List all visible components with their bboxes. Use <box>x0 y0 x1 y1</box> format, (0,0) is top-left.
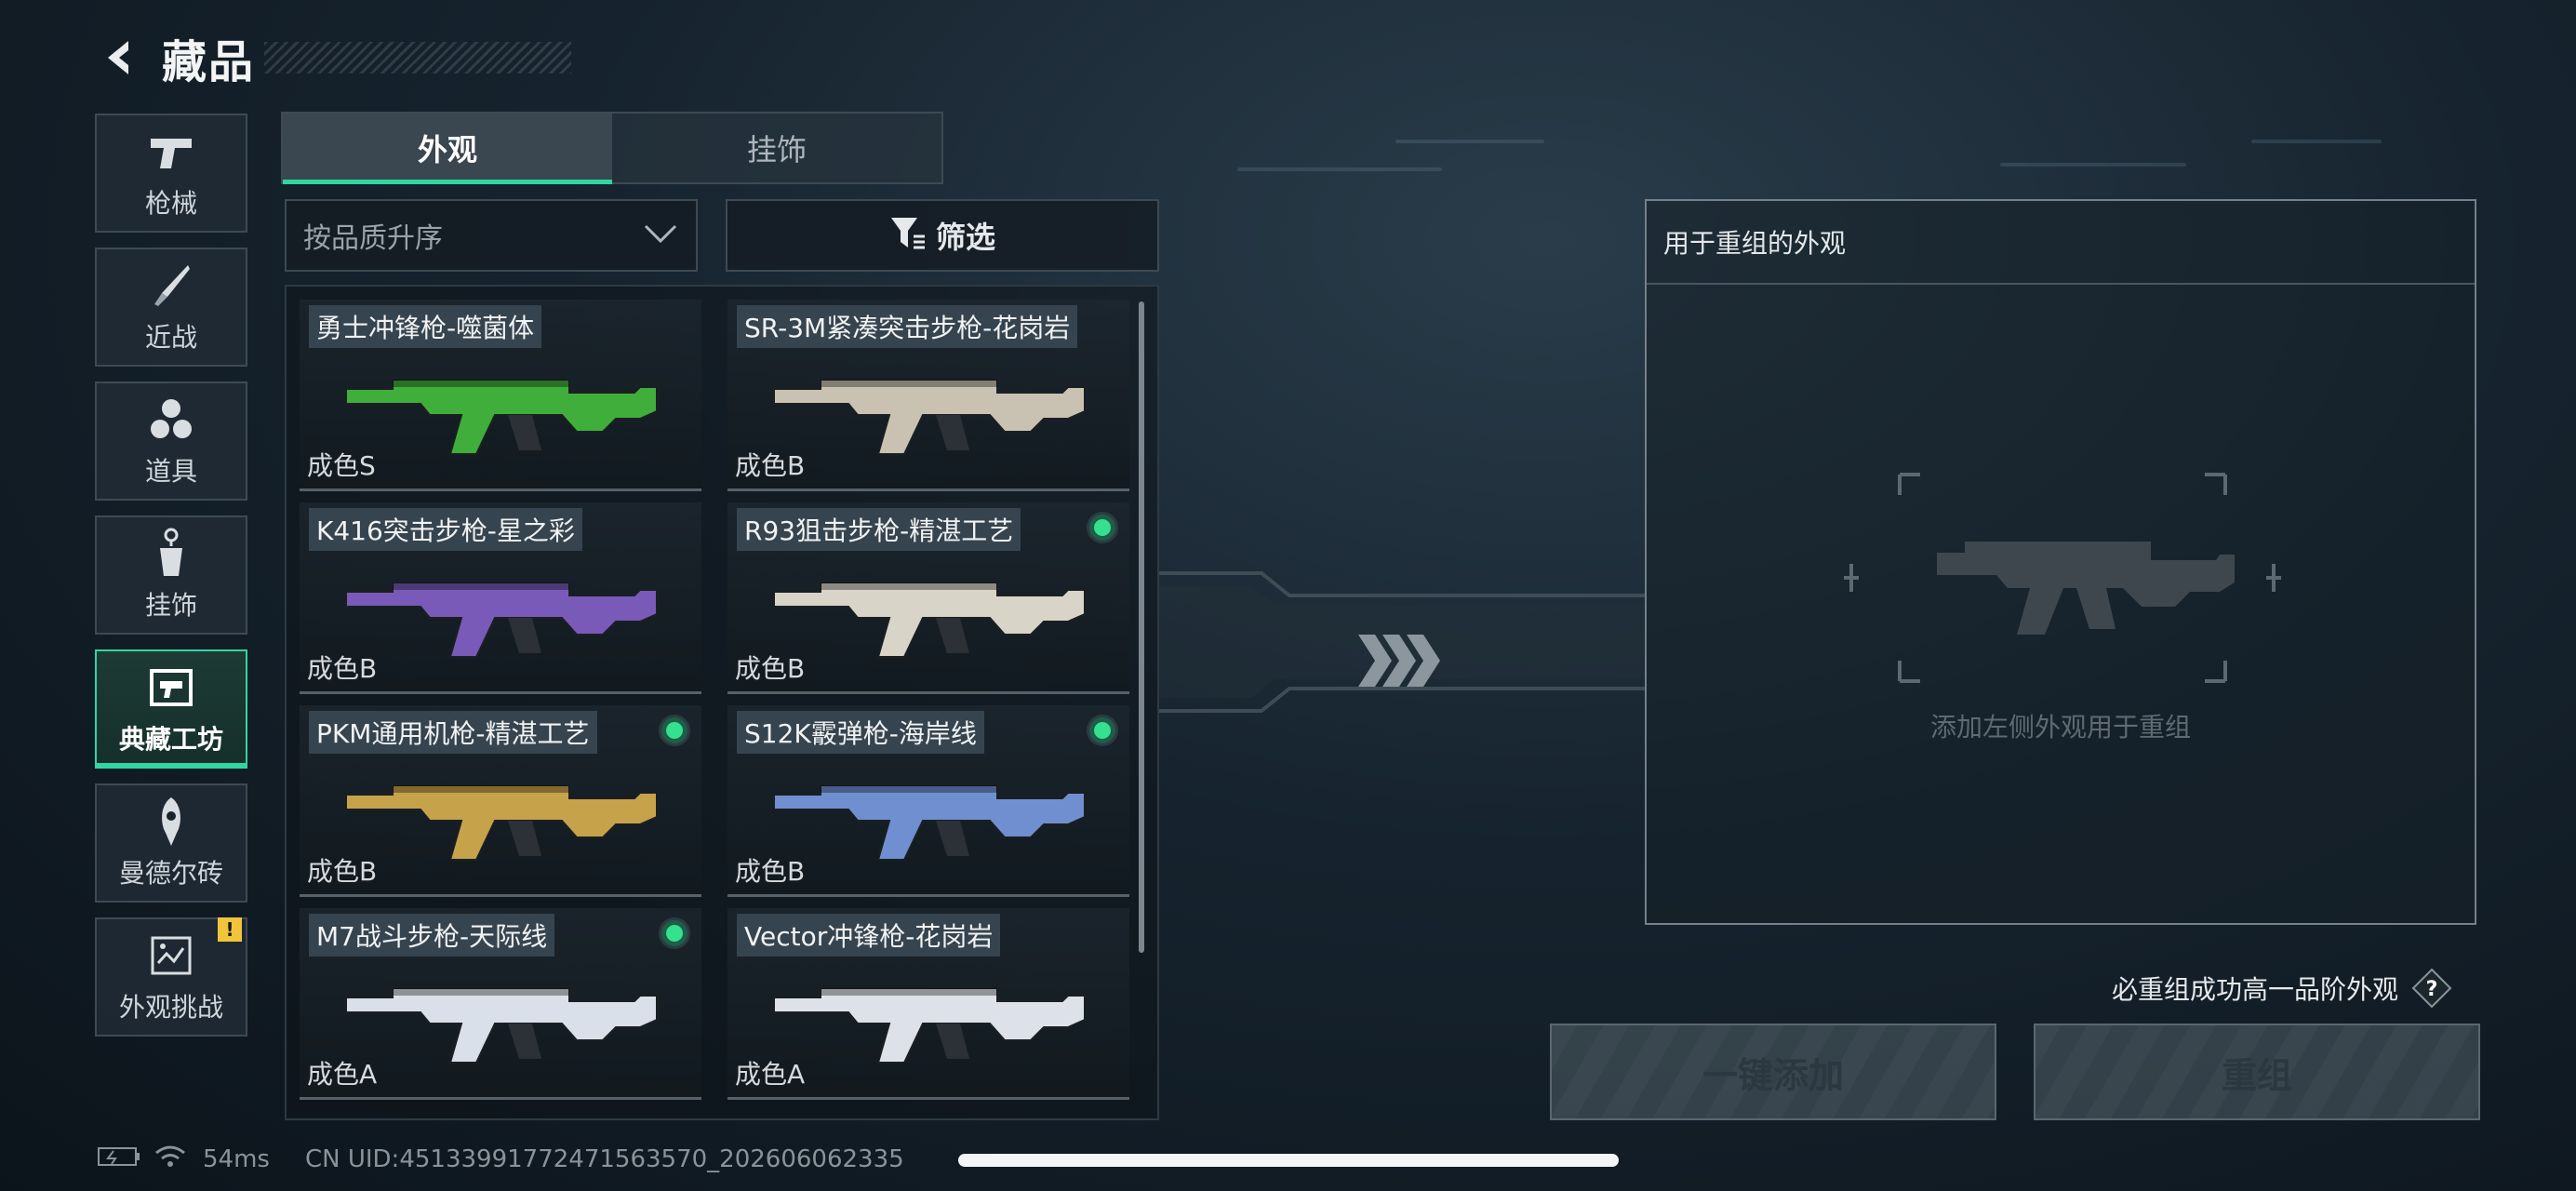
home-indicator[interactable] <box>958 1154 1619 1167</box>
pistol-icon <box>145 126 197 178</box>
warning-badge: ! <box>218 917 242 942</box>
category-items[interactable]: 道具 <box>95 381 247 501</box>
selected-indicator-icon <box>1087 512 1118 543</box>
selected-indicator-icon <box>659 715 690 746</box>
weapon-image <box>765 549 1100 661</box>
skin-grid: 勇士冲锋枪-噬菌体 成色S SR-3M紧凑突击步枪-花岗岩 成色B K416突击步枪-星… <box>285 285 1159 1120</box>
mandel-brick-icon <box>145 796 197 848</box>
category-workshop[interactable]: 典藏工坊 <box>95 649 247 769</box>
tab-bar: 外观 挂饰 <box>281 112 943 184</box>
panel-hint: 添加左侧外观用于重组 <box>1929 712 2191 743</box>
weapon-image <box>337 955 672 1066</box>
skin-name: SR-3M紧凑突击步枪-花岗岩 <box>737 305 1078 348</box>
category-label: 曼德尔砖 <box>118 858 223 889</box>
weapon-image <box>765 955 1100 1066</box>
skin-grade: 成色B <box>735 653 806 684</box>
filter-label: 筛选 <box>935 220 995 255</box>
selected-indicator-icon <box>659 917 690 949</box>
weapon-image <box>337 549 672 661</box>
selected-indicator-icon <box>1087 715 1118 746</box>
category-rail: 枪械 近战 道具 挂饰 典藏工坊 曼德尔砖 ! 外观挑战 <box>95 114 247 1051</box>
skin-name: K416突击步枪-星之彩 <box>309 508 582 551</box>
weapon-image <box>765 752 1100 863</box>
reassemble-button[interactable]: 重组 <box>2034 1024 2480 1120</box>
bg-streak <box>2251 140 2382 143</box>
battery-icon <box>97 1145 141 1174</box>
skin-grade: 成色A <box>307 1059 378 1090</box>
chevron-down-icon <box>642 222 679 248</box>
workshop-icon <box>145 662 197 714</box>
tab-skins[interactable]: 外观 <box>283 114 612 184</box>
scrollbar[interactable] <box>1139 301 1144 953</box>
skin-card[interactable]: SR-3M紧凑突击步枪-花岗岩成色B <box>727 300 1129 491</box>
category-label: 挂饰 <box>144 590 197 621</box>
category-charms[interactable]: 挂饰 <box>95 515 247 635</box>
empty-slot-rifle-icon[interactable] <box>1844 471 2281 685</box>
skin-name: M7战斗步枪-天际线 <box>309 914 555 957</box>
weapon-image <box>337 752 672 863</box>
skin-name: PKM通用机枪-精湛工艺 <box>309 711 597 754</box>
skin-card[interactable]: K416突击步枪-星之彩成色B <box>300 502 701 694</box>
panel-title: 用于重组的外观 <box>1647 201 2475 285</box>
wifi-icon <box>154 1144 186 1175</box>
status-bar: 54ms CN UID:45133991772471563570_2026060… <box>97 1141 904 1178</box>
skin-grid-inner: 勇士冲锋枪-噬菌体 成色S SR-3M紧凑突击步枪-花岗岩 成色B K416突击步枪-星… <box>300 300 1129 1100</box>
skin-grade: 成色B <box>307 653 378 684</box>
skin-card[interactable]: R93狙击步枪-精湛工艺成色B <box>727 502 1129 694</box>
tab-charms[interactable]: 挂饰 <box>612 114 941 182</box>
skin-name: Vector冲锋枪-花岗岩 <box>737 914 1001 957</box>
skin-grade: 成色B <box>735 450 806 481</box>
back-arrow-icon[interactable] <box>93 32 145 84</box>
bg-streak <box>2000 163 2186 167</box>
category-label: 外观挑战 <box>118 992 223 1023</box>
category-label: 枪械 <box>144 188 197 219</box>
uid-text: CN UID:45133991772471563570_202606062335 <box>304 1145 904 1173</box>
ping-text: 54ms <box>203 1145 270 1173</box>
category-guns[interactable]: 枪械 <box>95 114 247 233</box>
category-skin-challenge[interactable]: ! 外观挑战 <box>95 917 247 1037</box>
skin-card[interactable]: S12K霰弹枪-海岸线成色B <box>727 705 1129 897</box>
sort-value: 按品质升序 <box>303 222 443 255</box>
category-mandel-brick[interactable]: 曼德尔砖 <box>95 783 247 903</box>
skin-name: R93狙击步枪-精湛工艺 <box>737 508 1021 551</box>
skin-name: 勇士冲锋枪-噬菌体 <box>309 305 542 348</box>
weapon-image <box>337 346 672 458</box>
category-melee[interactable]: 近战 <box>95 248 247 367</box>
guarantee-note: 必重组成功高一品阶外观 ? <box>2112 968 2452 1009</box>
filter-button[interactable]: 筛选 <box>726 199 1159 272</box>
grenades-icon <box>145 394 197 446</box>
transfer-connector <box>1159 558 1645 726</box>
title-decoration <box>264 42 572 74</box>
page-header: 藏品 <box>93 20 572 95</box>
knife-icon <box>145 260 197 312</box>
help-glyph: ? <box>2426 978 2438 1001</box>
category-label: 近战 <box>144 322 197 353</box>
weapon-image <box>765 346 1100 458</box>
skin-grade: 成色S <box>307 450 376 481</box>
skin-card[interactable]: M7战斗步枪-天际线成色A <box>300 908 701 1100</box>
guarantee-text: 必重组成功高一品阶外观 <box>2112 974 2399 1005</box>
skin-grade: 成色B <box>735 856 806 887</box>
bg-streak <box>1237 167 1442 171</box>
skin-card[interactable]: 勇士冲锋枪-噬菌体成色S <box>300 300 701 491</box>
skin-card[interactable]: Vector冲锋枪-花岗岩成色A <box>727 908 1129 1100</box>
skin-card[interactable]: PKM通用机枪-精湛工艺成色B <box>300 705 701 897</box>
skin-grade: 成色B <box>307 856 378 887</box>
filter-icon <box>889 216 927 255</box>
challenge-icon <box>145 930 197 982</box>
one-click-add-button[interactable]: 一键添加 <box>1550 1024 1996 1120</box>
help-icon[interactable]: ? <box>2411 968 2452 1009</box>
skin-name: S12K霰弹枪-海岸线 <box>737 711 984 754</box>
category-label: 道具 <box>144 456 197 487</box>
charm-icon <box>145 528 197 580</box>
category-label: 典藏工坊 <box>118 724 223 755</box>
reassemble-panel: 用于重组的外观 添加左侧外观用于重组 <box>1645 199 2476 925</box>
sort-dropdown[interactable]: 按品质升序 <box>285 199 698 272</box>
skin-grade: 成色A <box>735 1059 806 1090</box>
page-title: 藏品 <box>162 36 256 88</box>
bg-streak <box>1395 140 1544 143</box>
